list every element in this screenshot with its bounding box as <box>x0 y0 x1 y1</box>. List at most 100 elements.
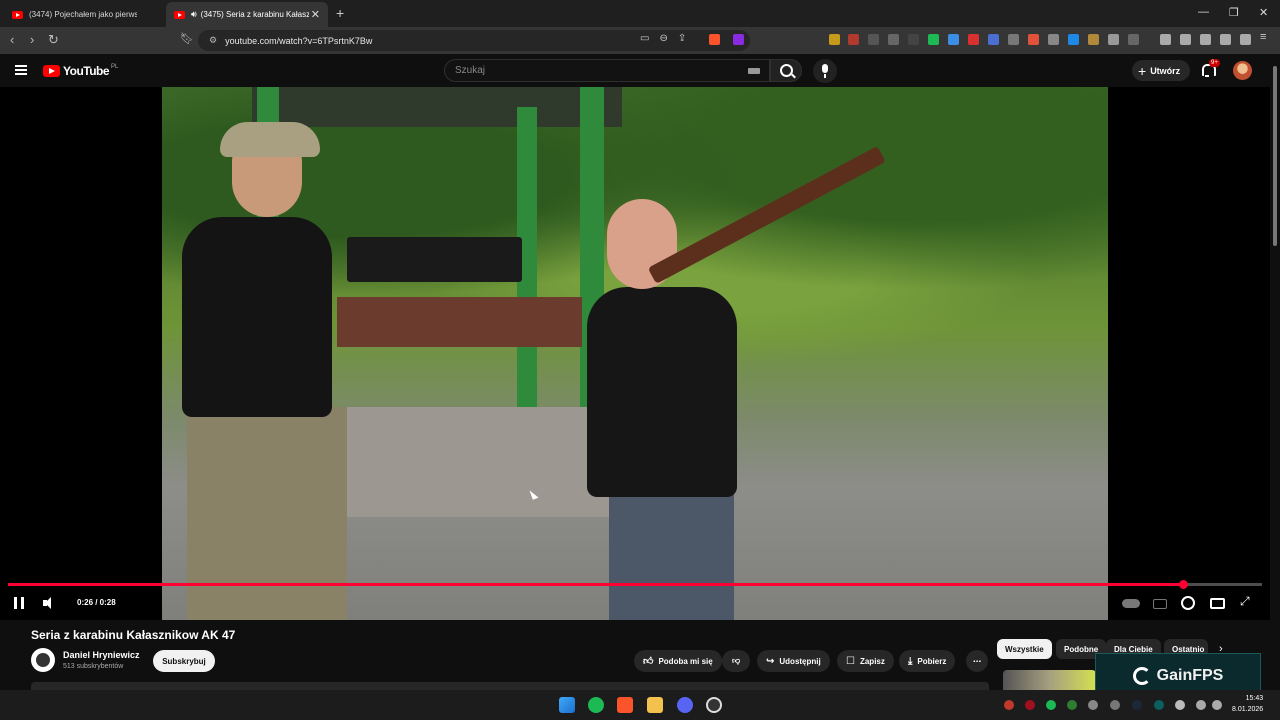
vpn-icon[interactable] <box>1240 34 1251 45</box>
discord-icon[interactable] <box>677 697 693 713</box>
youtube-logo[interactable]: YouTube PL <box>43 64 118 78</box>
tray-volume-icon[interactable] <box>1212 700 1222 710</box>
chip-all[interactable]: Wszystkie <box>997 639 1052 659</box>
cast-icon[interactable]: ▭ <box>640 33 649 44</box>
extension-icon[interactable] <box>1008 34 1019 45</box>
new-tab-icon[interactable]: + <box>336 5 344 21</box>
voice-search-mic-icon[interactable] <box>813 59 837 83</box>
extension-icon[interactable] <box>948 34 959 45</box>
extensions-puzzle-icon[interactable] <box>1108 34 1119 45</box>
extension-icon[interactable] <box>988 34 999 45</box>
tray-spotify-icon[interactable] <box>1046 700 1056 710</box>
like-label: Podoba mi się <box>658 656 713 666</box>
browser-tab-active[interactable]: 🔊︎ (3475) Seria z karabinu Kałasz ✕ <box>166 2 328 27</box>
extension-icon[interactable] <box>868 34 879 45</box>
steelseries-icon[interactable] <box>706 697 722 713</box>
wallet-icon[interactable] <box>1200 34 1211 45</box>
keyboard-icon[interactable] <box>748 68 760 74</box>
search-input[interactable] <box>445 60 735 81</box>
tray-steam-icon[interactable] <box>1132 700 1142 710</box>
tray-icon[interactable] <box>1154 700 1164 710</box>
tray-icon[interactable] <box>1004 700 1014 710</box>
site-settings-icon[interactable]: ⚙︎ <box>209 35 217 46</box>
pause-icon[interactable] <box>14 597 24 609</box>
autoplay-toggle[interactable] <box>1122 599 1140 608</box>
extension-icon[interactable] <box>908 34 919 45</box>
share-icon[interactable]: ⇪ <box>678 33 686 44</box>
search-button[interactable] <box>770 59 802 82</box>
tray-icon[interactable] <box>1067 700 1077 710</box>
subtitles-icon[interactable] <box>1153 599 1167 609</box>
more-actions-button[interactable]: ⋯ <box>966 650 988 672</box>
tray-icon[interactable] <box>1110 700 1120 710</box>
settings-gear-icon[interactable] <box>1181 596 1195 610</box>
close-window-icon[interactable]: ✕ <box>1259 6 1268 19</box>
extension-icon[interactable] <box>1048 34 1059 45</box>
windows-start-icon[interactable] <box>559 697 575 713</box>
plus-icon: + <box>1138 62 1147 79</box>
extension-icon[interactable] <box>1128 34 1139 45</box>
video-player[interactable]: 0:26 / 0:28 ⤢ <box>0 87 1270 620</box>
brave-browser-icon[interactable] <box>617 697 633 713</box>
browser-menu-icon[interactable]: ≡ <box>1260 31 1271 43</box>
forward-icon[interactable]: › <box>30 32 34 47</box>
tray-icon[interactable] <box>1025 700 1035 710</box>
back-icon[interactable]: ‹ <box>10 32 14 47</box>
create-button[interactable]: + Utwórz <box>1132 60 1190 81</box>
leo-ai-icon[interactable] <box>1220 34 1231 45</box>
fullscreen-icon[interactable]: ⤢ <box>1240 594 1250 608</box>
zoom-icon[interactable]: ⊖ <box>659 33 667 44</box>
media-icon[interactable] <box>1160 34 1171 45</box>
extension-icon[interactable] <box>888 34 899 45</box>
save-label: Zapisz <box>859 656 885 666</box>
extension-icon[interactable] <box>928 34 939 45</box>
gainfps-logo-icon <box>1132 666 1151 685</box>
create-label: Utwórz <box>1150 65 1181 76</box>
extension-icon[interactable] <box>968 34 979 45</box>
spotify-icon[interactable] <box>588 697 604 713</box>
video-person-legs <box>187 407 347 620</box>
gainfps-brand: GainFPS <box>1156 666 1224 684</box>
recommended-video-thumbnail[interactable] <box>1003 670 1096 690</box>
close-tab-icon[interactable]: ✕ <box>311 8 320 21</box>
browser-tab[interactable]: (3474) Pojechałem jako pierwszy na t <box>4 2 166 27</box>
tray-mic-icon[interactable] <box>1175 700 1185 710</box>
reload-icon[interactable]: ↻ <box>48 32 59 48</box>
share-button[interactable]: ↪ Udostępnij <box>757 650 830 672</box>
theater-mode-icon[interactable] <box>1210 598 1225 609</box>
restore-icon[interactable]: ❐ <box>1229 6 1239 19</box>
scrollbar-thumb[interactable] <box>1273 66 1277 246</box>
user-avatar[interactable] <box>1233 61 1252 80</box>
volume-icon[interactable] <box>43 597 57 609</box>
extension-icon[interactable] <box>848 34 859 45</box>
like-button[interactable]: 👍︎ Podoba mi się <box>634 650 722 672</box>
tray-icon[interactable] <box>1088 700 1098 710</box>
scrubber-handle[interactable] <box>1178 580 1188 589</box>
save-button[interactable]: ☐ Zapisz <box>837 650 894 672</box>
brave-shields-icon[interactable] <box>709 34 720 45</box>
tray-network-icon[interactable] <box>1196 700 1206 710</box>
extension-icon[interactable] <box>829 34 840 45</box>
extension-icon[interactable] <box>1068 34 1079 45</box>
subscribe-button[interactable]: Subskrybuj <box>153 650 215 672</box>
hamburger-menu-icon[interactable] <box>15 65 27 75</box>
speaker-icon[interactable]: 🔊︎ <box>191 9 197 20</box>
extension-icon[interactable] <box>1088 34 1099 45</box>
sidebar-icon[interactable] <box>1180 34 1191 45</box>
dislike-button[interactable]: 👎︎ <box>722 650 750 672</box>
bookmark-icon[interactable]: 🔖︎ <box>180 32 194 45</box>
brave-rewards-icon[interactable] <box>733 34 744 45</box>
page-scrollbar[interactable] <box>1270 54 1280 694</box>
extension-icon[interactable] <box>1028 34 1039 45</box>
file-explorer-icon[interactable] <box>647 697 663 713</box>
taskbar-clock[interactable]: 15:43 8.01.2026 <box>1232 693 1263 715</box>
channel-name[interactable]: Daniel Hryniewicz <box>63 650 140 660</box>
description-box[interactable] <box>31 682 989 690</box>
video-person-shooter <box>587 287 737 497</box>
channel-avatar[interactable] <box>31 648 55 672</box>
download-button[interactable]: ⤓ Pobierz <box>899 650 956 672</box>
video-progress-bar[interactable] <box>8 580 1262 589</box>
youtube-favicon-icon <box>12 10 23 19</box>
minimize-icon[interactable]: — <box>1198 6 1209 18</box>
video-frame[interactable] <box>162 87 1108 620</box>
